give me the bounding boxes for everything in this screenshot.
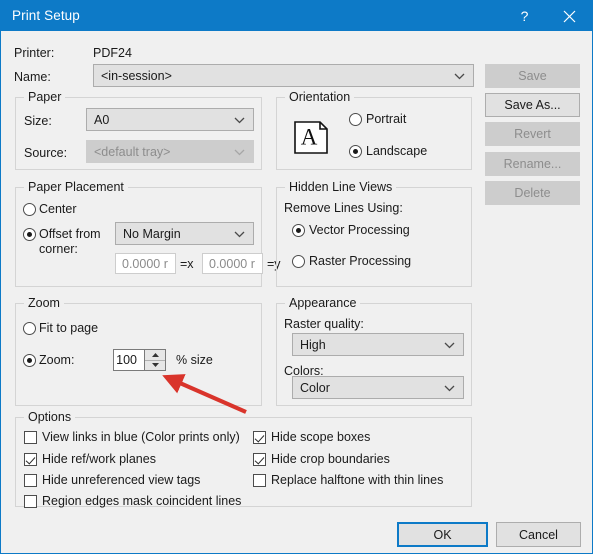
offset-from-corner-label-line2: corner: (39, 242, 78, 256)
printer-value: PDF24 (93, 46, 132, 60)
zoom-percent-label: % size (176, 353, 213, 367)
title-bar: Print Setup ? (1, 1, 592, 31)
raster-quality-combo[interactable]: High (292, 333, 464, 356)
offset-x-suffix: =x (180, 257, 194, 271)
option-region-edges-mask-checkbox[interactable] (24, 495, 37, 508)
printer-label: Printer: (14, 46, 55, 60)
close-icon[interactable] (547, 1, 592, 31)
landscape-radio[interactable] (349, 145, 362, 158)
vector-processing-radio[interactable] (292, 224, 305, 237)
paper-source-label: Source: (24, 146, 68, 160)
center-label: Center (39, 202, 77, 216)
option-view-links-in-blue-checkbox[interactable] (24, 431, 37, 444)
ok-button[interactable]: OK (397, 522, 488, 547)
paper-source-combo[interactable]: <default tray> (86, 140, 254, 163)
fit-to-page-label: Fit to page (39, 321, 99, 335)
paper-size-combo[interactable]: A0 (86, 108, 254, 131)
landscape-label: Landscape (366, 144, 428, 158)
zoom-percent-spinner[interactable]: 100 (113, 349, 166, 371)
options-group-caption: Options (24, 410, 76, 424)
remove-lines-using-label: Remove Lines Using: (284, 201, 403, 215)
option-hide-unreferenced-view-tags-checkbox[interactable] (24, 474, 37, 487)
option-hide-crop-boundaries-label: Hide crop boundaries (271, 452, 390, 466)
option-region-edges-mask-label: Region edges mask coincident lines (42, 494, 242, 508)
page-letter-a-icon: A (294, 121, 330, 154)
window-title: Print Setup (12, 8, 80, 23)
raster-quality-value: High (300, 337, 326, 352)
offset-from-corner-radio[interactable] (23, 228, 36, 241)
option-hide-unreferenced-view-tags-label: Hide unreferenced view tags (42, 473, 201, 487)
option-hide-ref-work-planes-checkbox[interactable] (24, 453, 37, 466)
zoom-percent-value: 100 (116, 353, 137, 367)
chevron-down-icon (234, 227, 245, 241)
rename-button[interactable]: Rename... (485, 152, 580, 176)
cancel-button[interactable]: Cancel (496, 522, 581, 547)
name-label: Name: (14, 70, 51, 84)
revert-button[interactable]: Revert (485, 122, 580, 146)
paper-group-caption: Paper (24, 90, 66, 104)
print-setup-dialog: Print Setup ? Printer: PDF24 Name: <in-s… (0, 0, 593, 554)
offset-x-value: 0.0000 r (122, 256, 168, 271)
paper-size-label: Size: (24, 114, 52, 128)
chevron-down-icon (234, 145, 245, 159)
save-as-button[interactable]: Save As... (485, 93, 580, 117)
page-icon-letter: A (300, 123, 318, 149)
chevron-down-icon (444, 381, 455, 395)
offset-from-corner-label-line1: Offset from (39, 227, 101, 241)
offset-y-field[interactable]: 0.0000 r (202, 253, 263, 274)
appearance-group-caption: Appearance (285, 296, 361, 310)
paper-source-value: <default tray> (94, 144, 171, 159)
raster-quality-label: Raster quality: (284, 317, 364, 331)
spinner-buttons[interactable] (144, 350, 165, 370)
save-button[interactable]: Save (485, 64, 580, 88)
printer-name-combo[interactable]: <in-session> (93, 64, 474, 87)
option-hide-scope-boxes-label: Hide scope boxes (271, 430, 371, 444)
raster-processing-label: Raster Processing (309, 254, 412, 268)
vector-processing-label: Vector Processing (309, 223, 410, 237)
colors-value: Color (300, 380, 330, 395)
option-view-links-in-blue-label: View links in blue (Color prints only) (42, 430, 240, 444)
delete-button[interactable]: Delete (485, 181, 580, 205)
margin-value: No Margin (123, 226, 181, 241)
help-icon[interactable]: ? (502, 1, 547, 31)
option-replace-halftone-label: Replace halftone with thin lines (271, 473, 444, 487)
option-hide-crop-boundaries-checkbox[interactable] (253, 453, 266, 466)
zoom-group-caption: Zoom (24, 296, 64, 310)
option-replace-halftone-checkbox[interactable] (253, 474, 266, 487)
spinner-down-icon[interactable] (145, 360, 165, 370)
fit-to-page-radio[interactable] (23, 322, 36, 335)
chevron-down-icon (454, 69, 465, 83)
margin-combo[interactable]: No Margin (115, 222, 254, 245)
center-radio[interactable] (23, 203, 36, 216)
chevron-down-icon (444, 338, 455, 352)
option-hide-ref-work-planes-label: Hide ref/work planes (42, 452, 156, 466)
option-hide-scope-boxes-checkbox[interactable] (253, 431, 266, 444)
paper-placement-group-caption: Paper Placement (24, 180, 128, 194)
offset-x-field[interactable]: 0.0000 r (115, 253, 176, 274)
portrait-label: Portrait (366, 112, 407, 126)
hidden-line-views-group-caption: Hidden Line Views (285, 180, 397, 194)
printer-name-value: <in-session> (101, 68, 172, 83)
offset-y-value: 0.0000 r (209, 256, 255, 271)
chevron-down-icon (234, 113, 245, 127)
portrait-radio[interactable] (349, 113, 362, 126)
zoom-radio[interactable] (23, 354, 36, 367)
orientation-group-caption: Orientation (285, 90, 355, 104)
raster-processing-radio[interactable] (292, 255, 305, 268)
zoom-label: Zoom: (39, 353, 75, 367)
colors-combo[interactable]: Color (292, 376, 464, 399)
paper-size-value: A0 (94, 112, 110, 127)
